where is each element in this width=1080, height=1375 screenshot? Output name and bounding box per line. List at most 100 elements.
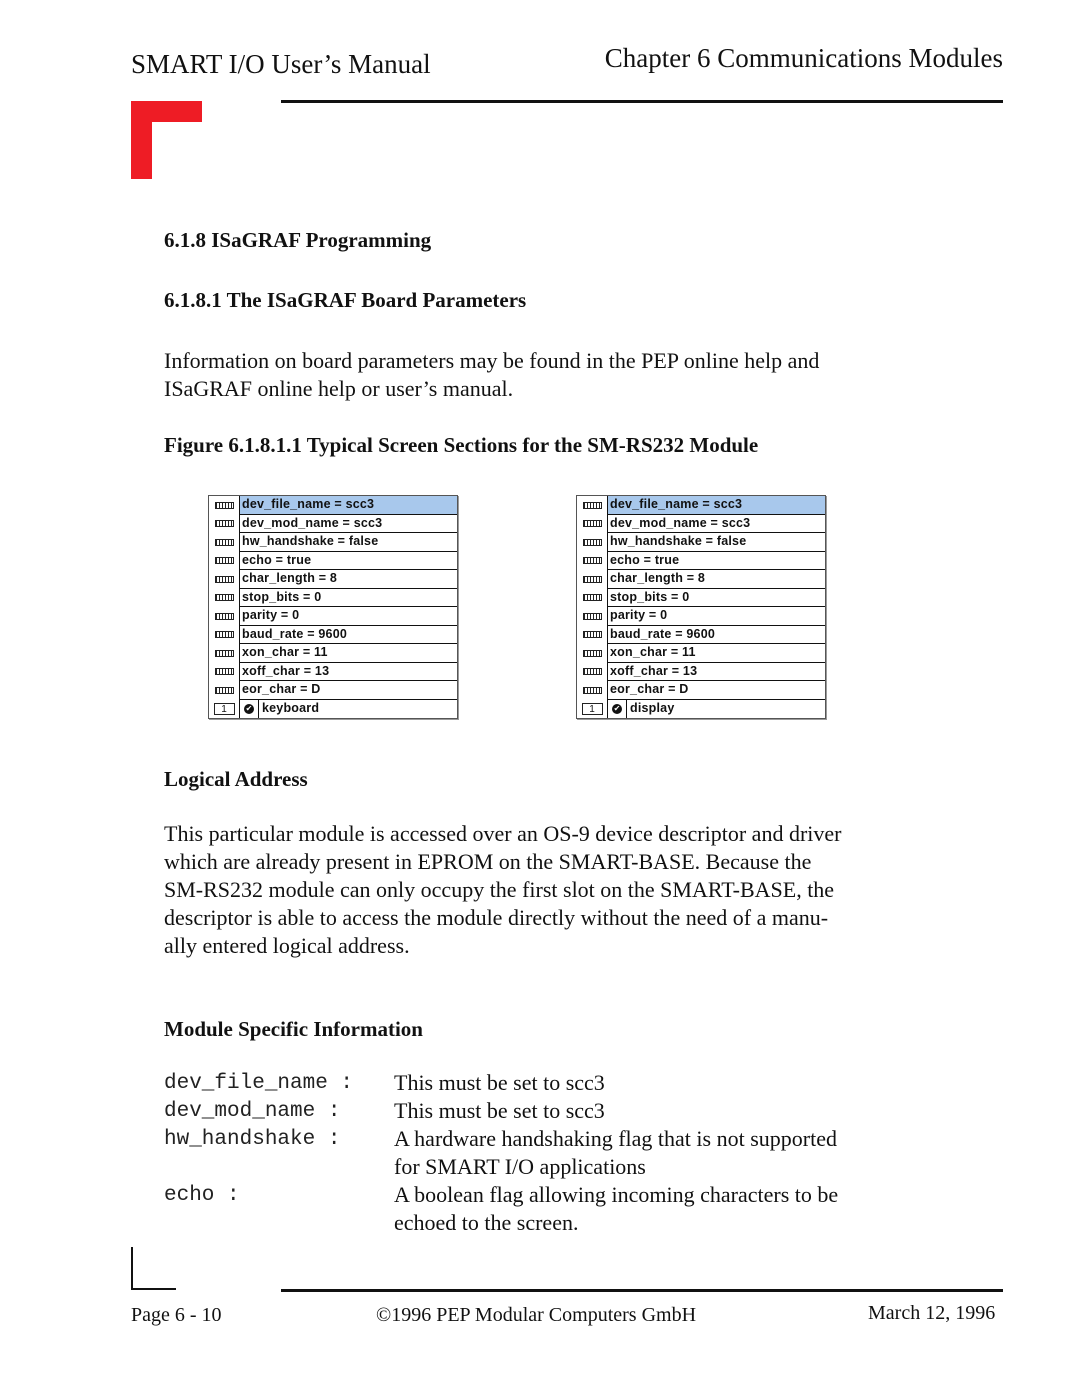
memory-chip-icon bbox=[214, 686, 234, 694]
parameter-value: xon_char = 11 bbox=[240, 644, 457, 663]
copyright: ©1996 PEP Modular Computers GmbH bbox=[376, 1304, 697, 1326]
parameter-panel-keyboard: dev_file_name = scc3 dev_mod_name = scc3 h… bbox=[208, 495, 458, 719]
memory-chip-icon bbox=[582, 575, 602, 583]
icon-cell bbox=[577, 625, 608, 644]
parameter-row[interactable]: dev_file_name = scc3 bbox=[577, 496, 825, 515]
parameter-row[interactable]: hw_handshake = false bbox=[577, 533, 825, 552]
memory-chip-icon bbox=[214, 520, 234, 528]
channel-number-cell: 1 bbox=[577, 699, 608, 718]
icon-cell bbox=[577, 570, 608, 589]
param-name-echo: echo : bbox=[164, 1184, 240, 1207]
parameter-row[interactable]: stop_bits = 0 bbox=[209, 588, 457, 607]
check-circle-icon: ✔ bbox=[244, 703, 254, 714]
parameter-row[interactable]: baud_rate = 9600 bbox=[577, 625, 825, 644]
check-cell: ✔ bbox=[240, 699, 259, 718]
memory-chip-icon bbox=[582, 594, 602, 602]
icon-cell bbox=[577, 662, 608, 681]
parameter-value: eor_char = D bbox=[240, 681, 457, 700]
module-info-heading: Module Specific Information bbox=[164, 1017, 423, 1041]
icon-cell bbox=[209, 533, 240, 552]
intro-paragraph: Information on board parameters may be f… bbox=[164, 347, 964, 403]
channel-row[interactable]: 1 ✔ keyboard bbox=[209, 699, 457, 718]
icon-cell bbox=[209, 662, 240, 681]
footer-corner-mark-base bbox=[131, 1288, 176, 1290]
desc-line: A boolean flag allowing incoming charact… bbox=[394, 1182, 839, 1207]
parameter-row[interactable]: eor_char = D bbox=[577, 681, 825, 700]
param-name-dev-mod-name: dev_mod_name : bbox=[164, 1100, 341, 1123]
icon-cell bbox=[577, 588, 608, 607]
param-desc-dev-mod-name: This must be set to scc3 bbox=[394, 1097, 914, 1125]
memory-chip-icon bbox=[582, 538, 602, 546]
section-heading: 6.1.8 ISaGRAF Programming bbox=[164, 228, 432, 252]
parameter-value: parity = 0 bbox=[608, 607, 825, 626]
parameter-row[interactable]: xon_char = 11 bbox=[209, 644, 457, 663]
parameter-value: stop_bits = 0 bbox=[240, 589, 457, 607]
memory-chip-icon bbox=[582, 631, 602, 639]
parameter-value: dev_file_name = scc3 bbox=[608, 496, 825, 515]
parameter-row[interactable]: xon_char = 11 bbox=[577, 644, 825, 663]
check-cell: ✔ bbox=[608, 699, 627, 718]
parameter-row[interactable]: dev_mod_name = scc3 bbox=[577, 514, 825, 533]
channel-label: keyboard bbox=[262, 700, 320, 715]
memory-chip-icon bbox=[582, 612, 602, 620]
parameter-value: xon_char = 11 bbox=[608, 644, 825, 663]
memory-chip-icon bbox=[214, 649, 234, 657]
parameter-value: dev_mod_name = scc3 bbox=[240, 515, 457, 533]
header-rule bbox=[281, 100, 1003, 103]
memory-chip-icon bbox=[214, 538, 234, 546]
memory-chip-icon bbox=[582, 557, 602, 565]
footer-date: March 12, 1996 bbox=[868, 1302, 996, 1324]
memory-chip-icon bbox=[214, 575, 234, 583]
parameter-value: xoff_char = 13 bbox=[240, 663, 457, 681]
channel-number: 1 bbox=[213, 702, 235, 715]
corner-mark-icon-stem bbox=[131, 101, 152, 179]
parameter-row[interactable]: hw_handshake = false bbox=[209, 533, 457, 552]
icon-cell bbox=[577, 514, 608, 533]
icon-cell bbox=[577, 644, 608, 663]
intro-line: ISaGRAF online help or user’s manual. bbox=[164, 376, 514, 401]
parameter-row[interactable]: dev_file_name = scc3 bbox=[209, 496, 457, 515]
parameter-row[interactable]: baud_rate = 9600 bbox=[209, 625, 457, 644]
chapter-title: Chapter 6 Communications Modules bbox=[604, 43, 1003, 73]
channel-row[interactable]: 1 ✔ display bbox=[577, 699, 825, 718]
page-number: Page 6 - 10 bbox=[131, 1304, 222, 1326]
parameter-row[interactable]: echo = true bbox=[577, 551, 825, 570]
param-desc-hw-handshake: A hardware handshaking flag that is not … bbox=[394, 1125, 914, 1181]
memory-chip-icon bbox=[582, 520, 602, 528]
footer-rule bbox=[281, 1289, 1003, 1292]
memory-chip-icon bbox=[214, 501, 234, 509]
parameter-row[interactable]: eor_char = D bbox=[209, 681, 457, 700]
icon-cell bbox=[209, 625, 240, 644]
parameter-row[interactable]: char_length = 8 bbox=[577, 570, 825, 589]
memory-chip-icon bbox=[582, 668, 602, 676]
desc-line: This must be set to scc3 bbox=[394, 1098, 605, 1123]
param-desc-dev-file-name: This must be set to scc3 bbox=[394, 1069, 914, 1097]
memory-chip-icon bbox=[214, 557, 234, 565]
parameter-value: eor_char = D bbox=[608, 681, 825, 700]
parameter-row[interactable]: xoff_char = 13 bbox=[577, 662, 825, 681]
parameter-row[interactable]: echo = true bbox=[209, 551, 457, 570]
parameter-row[interactable]: dev_mod_name = scc3 bbox=[209, 514, 457, 533]
parameter-value: parity = 0 bbox=[240, 607, 457, 626]
desc-line: for SMART I/O applications bbox=[394, 1154, 646, 1179]
logical-address-paragraph: This particular module is accessed over … bbox=[164, 820, 964, 960]
memory-chip-icon bbox=[582, 686, 602, 694]
logical-address-heading: Logical Address bbox=[164, 767, 308, 791]
paragraph-line: This particular module is accessed over … bbox=[164, 821, 842, 846]
parameter-row[interactable]: char_length = 8 bbox=[209, 570, 457, 589]
icon-cell bbox=[577, 607, 608, 626]
parameter-row[interactable]: parity = 0 bbox=[209, 607, 457, 626]
parameter-value: dev_mod_name = scc3 bbox=[608, 515, 825, 533]
parameter-row[interactable]: xoff_char = 13 bbox=[209, 662, 457, 681]
paragraph-line: ally entered logical address. bbox=[164, 933, 410, 958]
memory-chip-icon bbox=[214, 594, 234, 602]
icon-cell bbox=[209, 644, 240, 663]
paragraph-line: descriptor is able to access the module … bbox=[164, 905, 829, 930]
parameter-panel-display: dev_file_name = scc3 dev_mod_name = scc3 h… bbox=[576, 495, 826, 719]
figure-caption: Figure 6.1.8.1.1 Typical Screen Sections… bbox=[164, 433, 759, 457]
icon-cell bbox=[209, 514, 240, 533]
desc-line: This must be set to scc3 bbox=[394, 1070, 605, 1095]
desc-line: A hardware handshaking flag that is not … bbox=[394, 1126, 837, 1151]
parameter-row[interactable]: stop_bits = 0 bbox=[577, 588, 825, 607]
parameter-row[interactable]: parity = 0 bbox=[577, 607, 825, 626]
